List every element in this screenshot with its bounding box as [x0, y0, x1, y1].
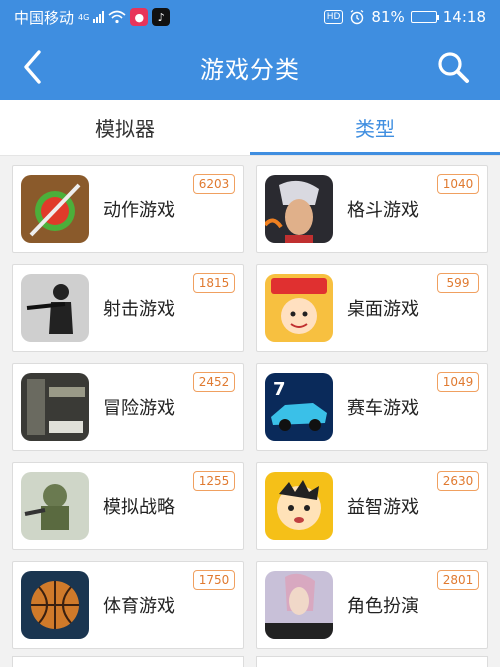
category-count-badge: 1815	[193, 273, 235, 293]
alarm-icon	[351, 9, 364, 25]
category-card-partial[interactable]	[256, 656, 488, 667]
category-label: 冒险游戏	[103, 398, 175, 419]
category-card[interactable]: 冒险游戏 2452	[12, 363, 244, 451]
category-label: 桌面游戏	[347, 299, 419, 320]
category-count-badge: 2452	[193, 372, 235, 392]
category-card[interactable]: 益智游戏 2630	[256, 462, 488, 550]
monopoly-icon	[265, 274, 333, 342]
category-label: 益智游戏	[347, 497, 419, 518]
category-count-badge: 1049	[437, 372, 479, 392]
music-app-icon: ●	[130, 8, 149, 26]
battery-icon	[410, 11, 439, 23]
tab-emulator[interactable]: 模拟器	[0, 100, 250, 155]
search-button[interactable]	[434, 48, 472, 86]
nav-bar: 游戏分类	[0, 34, 500, 100]
next-row-partial	[12, 656, 488, 667]
category-count-badge: 1750	[193, 570, 235, 590]
category-label: 格斗游戏	[347, 200, 419, 221]
mech-robot-icon	[21, 472, 89, 540]
fighter-portrait-icon	[265, 175, 333, 243]
category-card[interactable]: 模拟战略 1255	[12, 462, 244, 550]
cartoon-face-icon	[265, 472, 333, 540]
category-card[interactable]: 动作游戏 6203	[12, 165, 244, 253]
category-grid: 动作游戏 6203 格斗游戏 1040 射击游戏 1815 桌面游戏 599 冒险游戏 2452 7…	[12, 165, 488, 649]
clock-time: 14:18	[442, 8, 486, 26]
category-count-badge: 1040	[437, 174, 479, 194]
tiktok-icon: ♪	[152, 8, 171, 26]
category-label: 射击游戏	[103, 299, 175, 320]
category-count-badge: 6203	[193, 174, 235, 194]
fruit-ninja-icon	[21, 175, 89, 243]
category-count-badge: 2630	[437, 471, 479, 491]
category-label: 体育游戏	[103, 596, 175, 617]
category-count-badge: 2801	[437, 570, 479, 590]
category-card[interactable]: 7 赛车游戏 1049	[256, 363, 488, 451]
category-count-badge: 599	[437, 273, 479, 293]
race-car-icon: 7	[265, 373, 333, 441]
tab-type[interactable]: 类型	[250, 100, 500, 155]
status-right: HD 81% 14:18	[323, 8, 486, 26]
hd-badge: HD	[323, 10, 344, 24]
category-card[interactable]: 射击游戏 1815	[12, 264, 244, 352]
category-card[interactable]: 格斗游戏 1040	[256, 165, 488, 253]
status-left: 中国移动 4G ● ♪	[14, 7, 171, 28]
wifi-icon	[108, 10, 126, 24]
resident-evil-icon	[21, 373, 89, 441]
network-type: 4G	[78, 12, 90, 22]
category-count-badge: 1255	[193, 471, 235, 491]
soldier-icon	[21, 274, 89, 342]
category-label: 动作游戏	[103, 200, 175, 221]
category-label: 赛车游戏	[347, 398, 419, 419]
search-icon	[438, 52, 469, 83]
baidu-watermark-logo	[394, 617, 478, 637]
back-button[interactable]	[14, 48, 50, 86]
category-card-partial[interactable]	[12, 656, 244, 667]
page-title: 游戏分类	[200, 55, 300, 84]
category-label: 模拟战略	[103, 497, 175, 518]
status-bar: 中国移动 4G ● ♪ HD 81% 14:18	[0, 0, 500, 34]
signal-icon	[93, 11, 105, 23]
battery-percent: 81%	[371, 8, 405, 26]
category-card[interactable]: 桌面游戏 599	[256, 264, 488, 352]
basketball-icon	[21, 571, 89, 639]
back-chevron-icon	[24, 50, 41, 84]
final-fantasy-icon	[265, 571, 333, 639]
carrier-name: 中国移动	[14, 8, 75, 27]
category-tabs: 模拟器 类型	[0, 100, 500, 156]
category-card[interactable]: 体育游戏 1750	[12, 561, 244, 649]
svg-text:7: 7	[273, 379, 286, 400]
